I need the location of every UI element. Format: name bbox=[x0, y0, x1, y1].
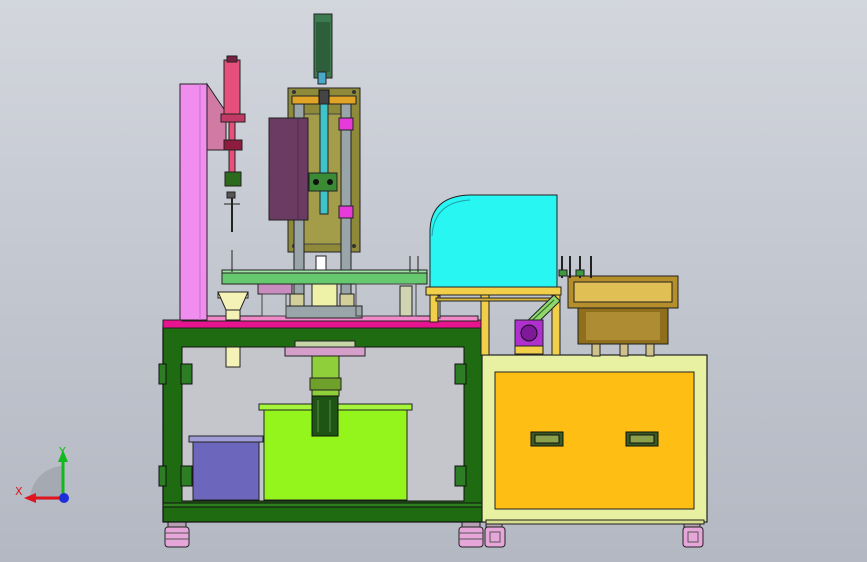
vibratory-bowl bbox=[558, 256, 679, 357]
under-table-plate bbox=[284, 340, 366, 357]
side-cylinder-assembly bbox=[220, 55, 246, 232]
right-cabinet bbox=[481, 354, 708, 525]
press-cylinder bbox=[313, 13, 333, 85]
cad-viewport[interactable]: Y X bbox=[0, 0, 867, 562]
caster-group bbox=[164, 520, 704, 548]
drawer-handle-right bbox=[625, 431, 659, 447]
triad-y-label: Y bbox=[58, 445, 66, 458]
purple-bin bbox=[188, 435, 264, 501]
assembly-drawing: Y X bbox=[15, 13, 708, 548]
caster-front-left bbox=[164, 520, 190, 548]
plum-side-panel bbox=[268, 117, 309, 221]
triad-x-label: X bbox=[15, 485, 23, 498]
left-bracket-under bbox=[225, 346, 241, 368]
caster-front-middle bbox=[458, 520, 484, 548]
caster-cabinet-right bbox=[682, 520, 704, 548]
bottom-cylinder bbox=[309, 355, 342, 437]
coordinate-triad: Y X bbox=[15, 445, 69, 503]
pink-column bbox=[179, 82, 227, 321]
drawer-handle-left bbox=[530, 431, 564, 447]
caster-cabinet-left bbox=[484, 520, 506, 548]
